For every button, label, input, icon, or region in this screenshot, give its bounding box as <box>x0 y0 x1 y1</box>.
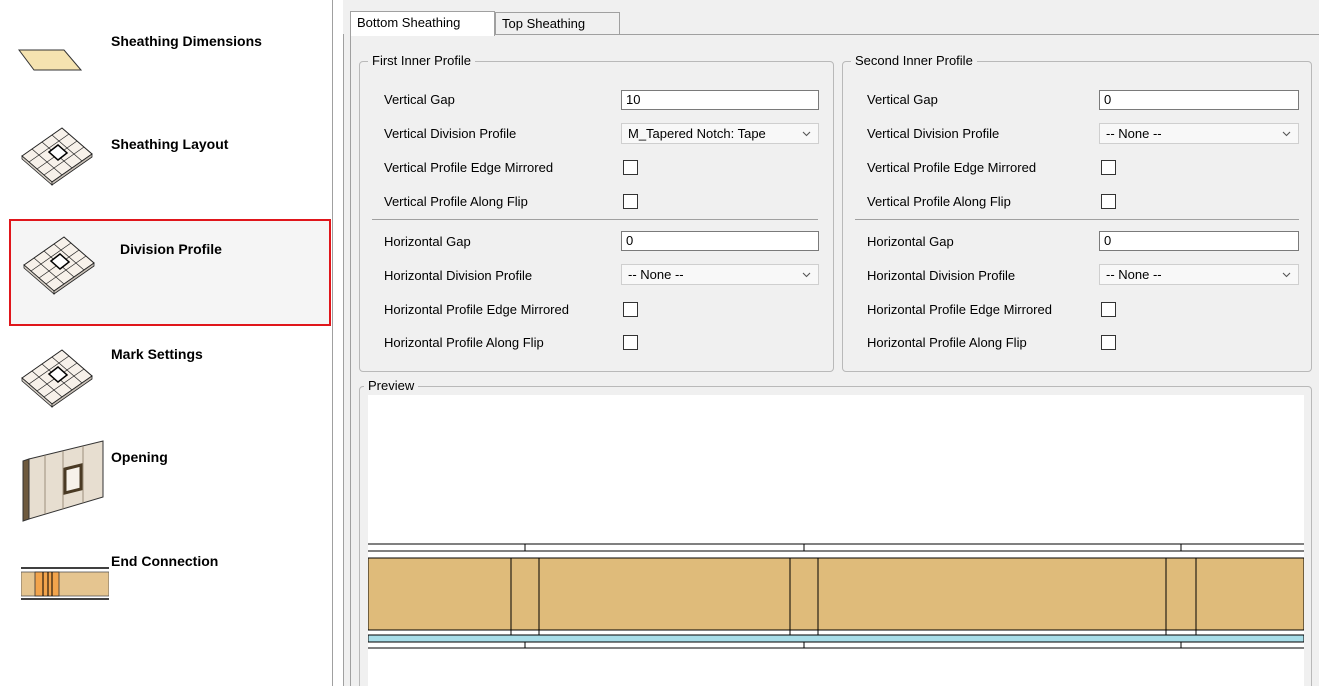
chevron-down-icon <box>802 131 811 137</box>
division-profile-dialog: Sheathing Dimensions Sheathing Layout Di… <box>0 0 1319 686</box>
combo-value: -- None -- <box>1106 126 1162 141</box>
vertical-edge-mirrored-checkbox[interactable] <box>1101 160 1116 175</box>
preview-sheathing-band <box>368 557 1304 631</box>
group-separator <box>372 219 818 220</box>
vertical-gap-input[interactable]: 10 <box>621 90 819 110</box>
group-legend: Preview <box>364 378 419 393</box>
combo-value: -- None -- <box>628 267 684 282</box>
vertical-gap-label: Vertical Gap <box>867 92 938 107</box>
group-separator <box>855 219 1299 220</box>
vertical-division-profile-select[interactable]: M_Tapered Notch: Tape <box>621 123 819 144</box>
nav-item-opening[interactable]: Opening <box>0 430 333 530</box>
nav-item-end-connection[interactable]: End Connection <box>0 535 333 635</box>
nav-item-mark-settings[interactable]: Mark Settings <box>0 330 333 430</box>
horizontal-edge-mirrored-label: Horizontal Profile Edge Mirrored <box>867 302 1052 317</box>
chevron-down-icon <box>802 272 811 278</box>
horizontal-division-profile-label: Horizontal Division Profile <box>384 268 533 283</box>
horizontal-division-profile-select[interactable]: -- None -- <box>1099 264 1299 285</box>
combo-value: M_Tapered Notch: Tape <box>628 126 766 141</box>
vertical-along-flip-checkbox[interactable] <box>1101 194 1116 209</box>
vertical-gap-label: Vertical Gap <box>384 92 455 107</box>
group-legend: First Inner Profile <box>368 53 475 68</box>
first-inner-profile-group: First Inner Profile Vertical Gap 10 Vert… <box>359 53 834 372</box>
group-legend: Second Inner Profile <box>851 53 977 68</box>
vertical-along-flip-label: Vertical Profile Along Flip <box>384 194 528 209</box>
horizontal-gap-label: Horizontal Gap <box>384 234 471 249</box>
vertical-edge-mirrored-label: Vertical Profile Edge Mirrored <box>384 160 554 175</box>
vertical-along-flip-checkbox[interactable] <box>623 194 638 209</box>
vertical-along-flip-label: Vertical Profile Along Flip <box>867 194 1011 209</box>
nav-label: End Connection <box>111 553 219 569</box>
nav-item-sheathing-layout[interactable]: Sheathing Layout <box>0 104 333 214</box>
vertical-division-profile-label: Vertical Division Profile <box>867 126 1000 141</box>
horizontal-gap-input[interactable]: 0 <box>1099 231 1299 251</box>
mark-settings-icon <box>21 349 93 408</box>
vertical-division-profile-select[interactable]: -- None -- <box>1099 123 1299 144</box>
horizontal-division-profile-select[interactable]: -- None -- <box>621 264 819 285</box>
chevron-down-icon <box>1282 272 1291 278</box>
panel-divider <box>343 34 344 686</box>
horizontal-along-flip-checkbox[interactable] <box>1101 335 1116 350</box>
sheathing-dimensions-icon <box>18 49 82 71</box>
nav-item-sheathing-dimensions[interactable]: Sheathing Dimensions <box>0 0 333 104</box>
tab-bottom-sheathing[interactable]: Bottom Sheathing <box>350 11 495 36</box>
preview-membrane-band <box>368 634 1304 643</box>
division-profile-icon <box>23 236 95 295</box>
horizontal-edge-mirrored-checkbox[interactable] <box>623 302 638 317</box>
preview-canvas <box>368 395 1304 686</box>
second-inner-profile-group: Second Inner Profile Vertical Gap 0 Vert… <box>842 53 1312 372</box>
nav-label: Division Profile <box>120 241 222 257</box>
nav-item-division-profile[interactable]: Division Profile <box>9 219 331 326</box>
nav-label: Sheathing Layout <box>111 136 229 152</box>
chevron-down-icon <box>1282 131 1291 137</box>
sheathing-layout-icon <box>21 127 93 186</box>
horizontal-along-flip-checkbox[interactable] <box>623 335 638 350</box>
vertical-gap-input[interactable]: 0 <box>1099 90 1299 110</box>
end-connection-icon <box>21 567 109 600</box>
tab-top-sheathing[interactable]: Top Sheathing <box>495 12 620 35</box>
tab-content: First Inner Profile Vertical Gap 10 Vert… <box>350 34 1319 686</box>
vertical-edge-mirrored-checkbox[interactable] <box>623 160 638 175</box>
horizontal-edge-mirrored-checkbox[interactable] <box>1101 302 1116 317</box>
combo-value: -- None -- <box>1106 267 1162 282</box>
horizontal-along-flip-label: Horizontal Profile Along Flip <box>384 335 544 350</box>
settings-navigation: Sheathing Dimensions Sheathing Layout Di… <box>0 0 333 686</box>
vertical-edge-mirrored-label: Vertical Profile Edge Mirrored <box>867 160 1037 175</box>
horizontal-along-flip-label: Horizontal Profile Along Flip <box>867 335 1027 350</box>
opening-icon <box>22 440 104 522</box>
vertical-division-profile-label: Vertical Division Profile <box>384 126 517 141</box>
horizontal-gap-input[interactable]: 0 <box>621 231 819 251</box>
nav-label: Opening <box>111 449 168 465</box>
nav-label: Mark Settings <box>111 346 203 362</box>
horizontal-gap-label: Horizontal Gap <box>867 234 954 249</box>
horizontal-edge-mirrored-label: Horizontal Profile Edge Mirrored <box>384 302 569 317</box>
nav-label: Sheathing Dimensions <box>111 33 262 49</box>
horizontal-division-profile-label: Horizontal Division Profile <box>867 268 1016 283</box>
